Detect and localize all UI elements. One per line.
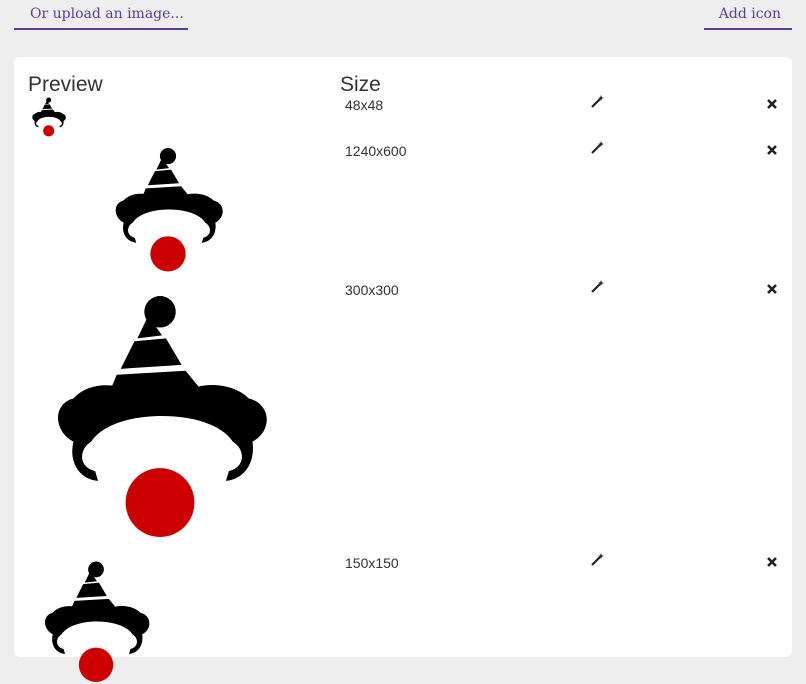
close-icon[interactable] <box>765 282 779 296</box>
size-label: 48x48 <box>345 97 384 113</box>
clown-icon <box>108 147 230 273</box>
close-icon[interactable] <box>765 97 779 111</box>
size-column-header: Size <box>340 73 381 96</box>
icon-list-panel: Preview Size 48x48 1240x600 300x300 150x… <box>14 57 792 657</box>
magic-wand-icon[interactable] <box>589 279 605 295</box>
clown-icon <box>30 97 68 137</box>
magic-wand-icon[interactable] <box>589 552 605 568</box>
magic-wand-icon[interactable] <box>589 140 605 156</box>
magic-wand-icon[interactable] <box>589 94 605 110</box>
preview-column-header: Preview <box>28 73 103 96</box>
icon-preview-300 <box>44 294 280 540</box>
size-label: 1240x600 <box>345 143 407 159</box>
upload-image-link[interactable]: Or upload an image... <box>14 0 188 30</box>
clown-icon <box>44 294 280 540</box>
add-icon-button[interactable]: Add icon <box>703 0 792 30</box>
size-label: 150x150 <box>345 555 399 571</box>
size-label: 300x300 <box>345 282 399 298</box>
icon-preview-48 <box>30 97 68 137</box>
icon-preview-1240 <box>108 147 230 273</box>
close-icon[interactable] <box>765 555 779 569</box>
icon-preview-150 <box>38 560 156 684</box>
clown-icon <box>38 560 156 684</box>
close-icon[interactable] <box>765 143 779 157</box>
